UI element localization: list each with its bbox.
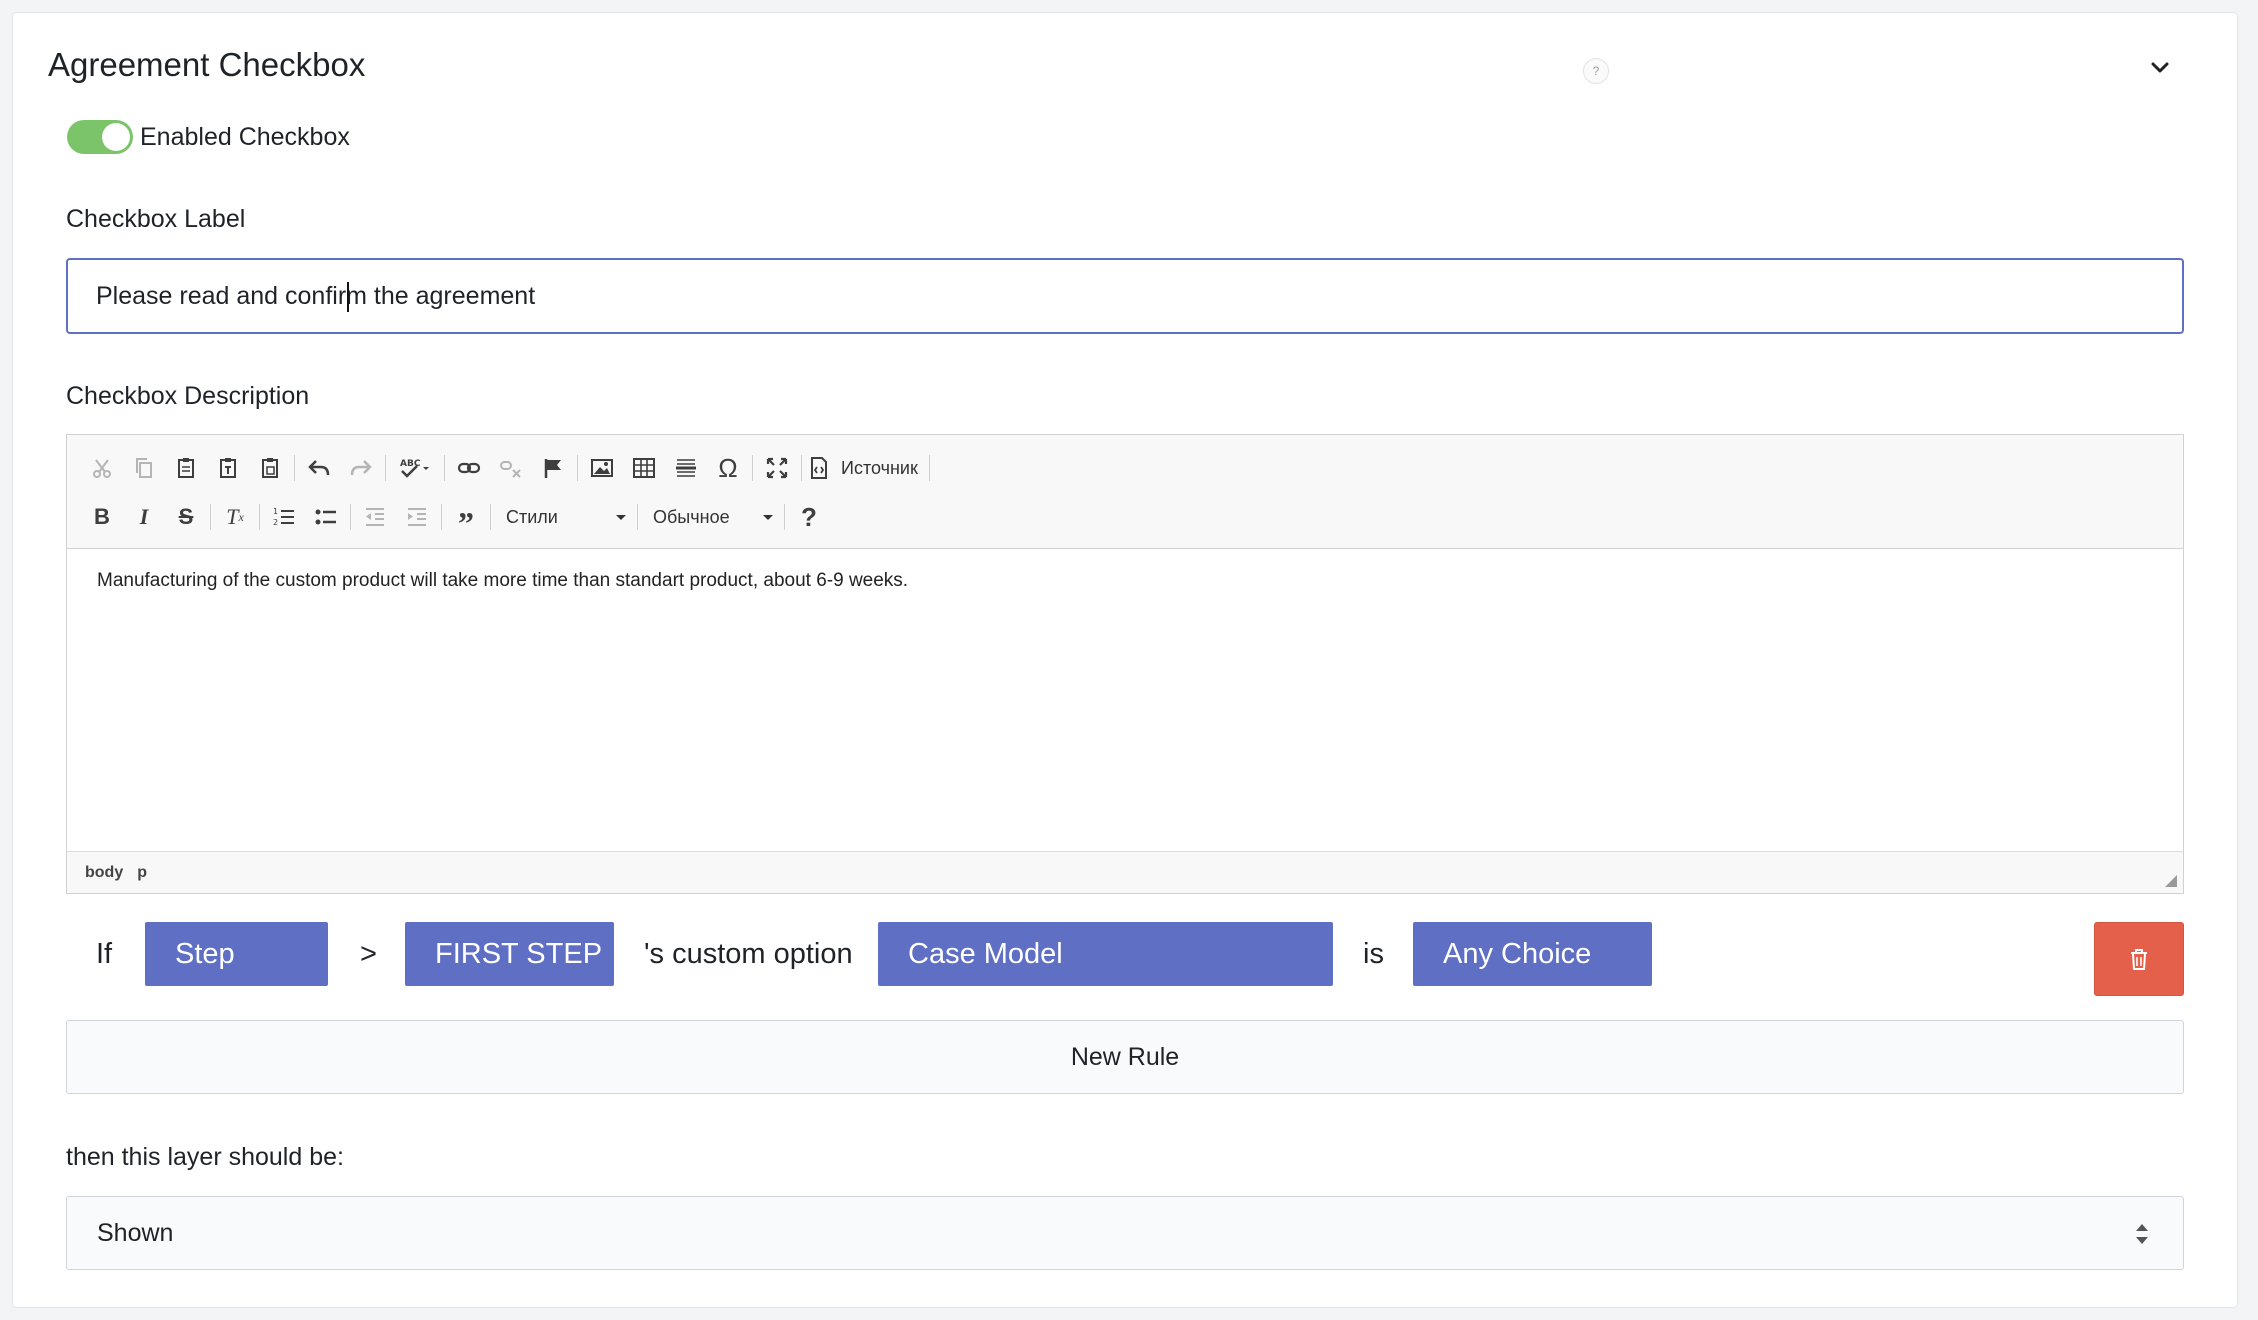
svg-text:ABC: ABC [400, 459, 421, 469]
path-item-body[interactable]: body [85, 864, 123, 882]
rule-option-selector[interactable]: Case Model [878, 922, 1333, 986]
toolbar-separator [801, 455, 802, 481]
toolbar-separator [444, 455, 445, 481]
toolbar-separator [752, 455, 753, 481]
table-icon[interactable] [623, 448, 665, 488]
toolbar-separator [294, 455, 295, 481]
anchor-flag-icon[interactable] [532, 448, 574, 488]
resize-grip-icon[interactable] [2163, 873, 2177, 887]
spellcheck-icon[interactable]: ABC [389, 448, 441, 488]
styles-dropdown-label: Стили [506, 506, 558, 527]
copy-icon[interactable] [123, 448, 165, 488]
editor-element-path: body p [67, 851, 2183, 893]
rule-step-value-selector[interactable]: FIRST STEP [405, 922, 614, 986]
toolbar-row-1: ABC Ω Источник [81, 448, 933, 488]
strikethrough-icon[interactable]: S [165, 497, 207, 537]
bulleted-list-icon[interactable] [305, 497, 347, 537]
section-title: Agreement Checkbox [48, 46, 366, 83]
toggle-knob [102, 123, 130, 151]
help-icon[interactable]: ? [1583, 58, 1609, 84]
outdent-icon[interactable] [354, 497, 396, 537]
chevron-down-icon [763, 514, 773, 520]
image-icon[interactable] [581, 448, 623, 488]
toolbar-separator [637, 504, 638, 530]
visibility-select[interactable]: Shown [66, 1196, 2184, 1270]
toggle-label: Enabled Checkbox [140, 123, 350, 151]
svg-text:1: 1 [273, 507, 278, 516]
source-document-icon[interactable] [805, 448, 833, 488]
visibility-selected-value: Shown [97, 1218, 174, 1247]
styles-dropdown[interactable]: Стили [494, 497, 634, 537]
enabled-checkbox-toggle[interactable] [67, 120, 133, 154]
indent-icon[interactable] [396, 497, 438, 537]
toolbar-separator [441, 504, 442, 530]
paste-text-icon[interactable] [207, 448, 249, 488]
toolbar-separator [385, 455, 386, 481]
rule-is-word: is [1363, 938, 1384, 970]
undo-icon[interactable] [298, 448, 340, 488]
format-dropdown[interactable]: Обычное [641, 497, 781, 537]
remove-format-icon[interactable]: Tx [214, 497, 256, 537]
blockquote-icon[interactable]: ” [445, 497, 487, 541]
italic-icon[interactable]: I [123, 497, 165, 537]
toolbar-separator [784, 504, 785, 530]
toolbar-separator [350, 504, 351, 530]
checkbox-description-heading: Checkbox Description [66, 382, 310, 410]
maximize-icon[interactable] [756, 448, 798, 488]
trash-icon [2131, 949, 2147, 970]
editor-content-area[interactable]: Manufacturing of the custom product will… [67, 550, 2183, 850]
unlink-icon[interactable] [490, 448, 532, 488]
bold-icon[interactable]: B [81, 497, 123, 537]
rule-custom-option-text: 's custom option [644, 938, 853, 970]
horizontal-rule-icon[interactable] [665, 448, 707, 488]
help-question-icon[interactable]: ? [788, 497, 830, 537]
rich-text-editor: ABC Ω Источник B I S T x 1 2 ” Стили Обы… [66, 434, 2184, 894]
select-arrows-icon [2136, 1224, 2148, 1244]
special-char-omega-icon[interactable]: Ω [707, 448, 749, 488]
numbered-list-icon[interactable]: 12 [263, 497, 305, 537]
new-rule-button[interactable]: New Rule [66, 1020, 2184, 1094]
checkbox-label-input[interactable] [66, 258, 2184, 334]
path-item-p[interactable]: p [137, 864, 147, 882]
toolbar-row-2: B I S Tx 12 ” Стили Обычное ? [81, 497, 830, 541]
toolbar-separator [490, 504, 491, 530]
rule-choice-selector[interactable]: Any Choice [1413, 922, 1652, 986]
then-layer-label: then this layer should be: [66, 1143, 344, 1171]
format-dropdown-label: Обычное [653, 506, 730, 527]
rule-step-selector[interactable]: Step [145, 922, 328, 986]
delete-rule-button[interactable] [2094, 922, 2184, 996]
toolbar-separator [928, 455, 930, 481]
toolbar-separator [259, 504, 260, 530]
rule-greater-than: > [360, 938, 377, 970]
chevron-down-icon[interactable] [2148, 56, 2172, 80]
toolbar-separator [210, 504, 211, 530]
paste-icon[interactable] [165, 448, 207, 488]
cut-icon[interactable] [81, 448, 123, 488]
toolbar-separator [577, 455, 578, 481]
svg-text:2: 2 [273, 518, 278, 527]
checkbox-label-heading: Checkbox Label [66, 205, 246, 233]
redo-icon[interactable] [340, 448, 382, 488]
editor-paragraph: Manufacturing of the custom product will… [97, 570, 909, 591]
paste-word-icon[interactable] [249, 448, 291, 488]
rule-if-word: If [96, 938, 113, 970]
link-icon[interactable] [448, 448, 490, 488]
editor-toolbar: ABC Ω Источник B I S T x 1 2 ” Стили Обы… [67, 435, 2183, 549]
text-caret [347, 282, 349, 312]
chevron-down-icon [616, 514, 626, 520]
source-button[interactable]: Источник [833, 448, 926, 488]
